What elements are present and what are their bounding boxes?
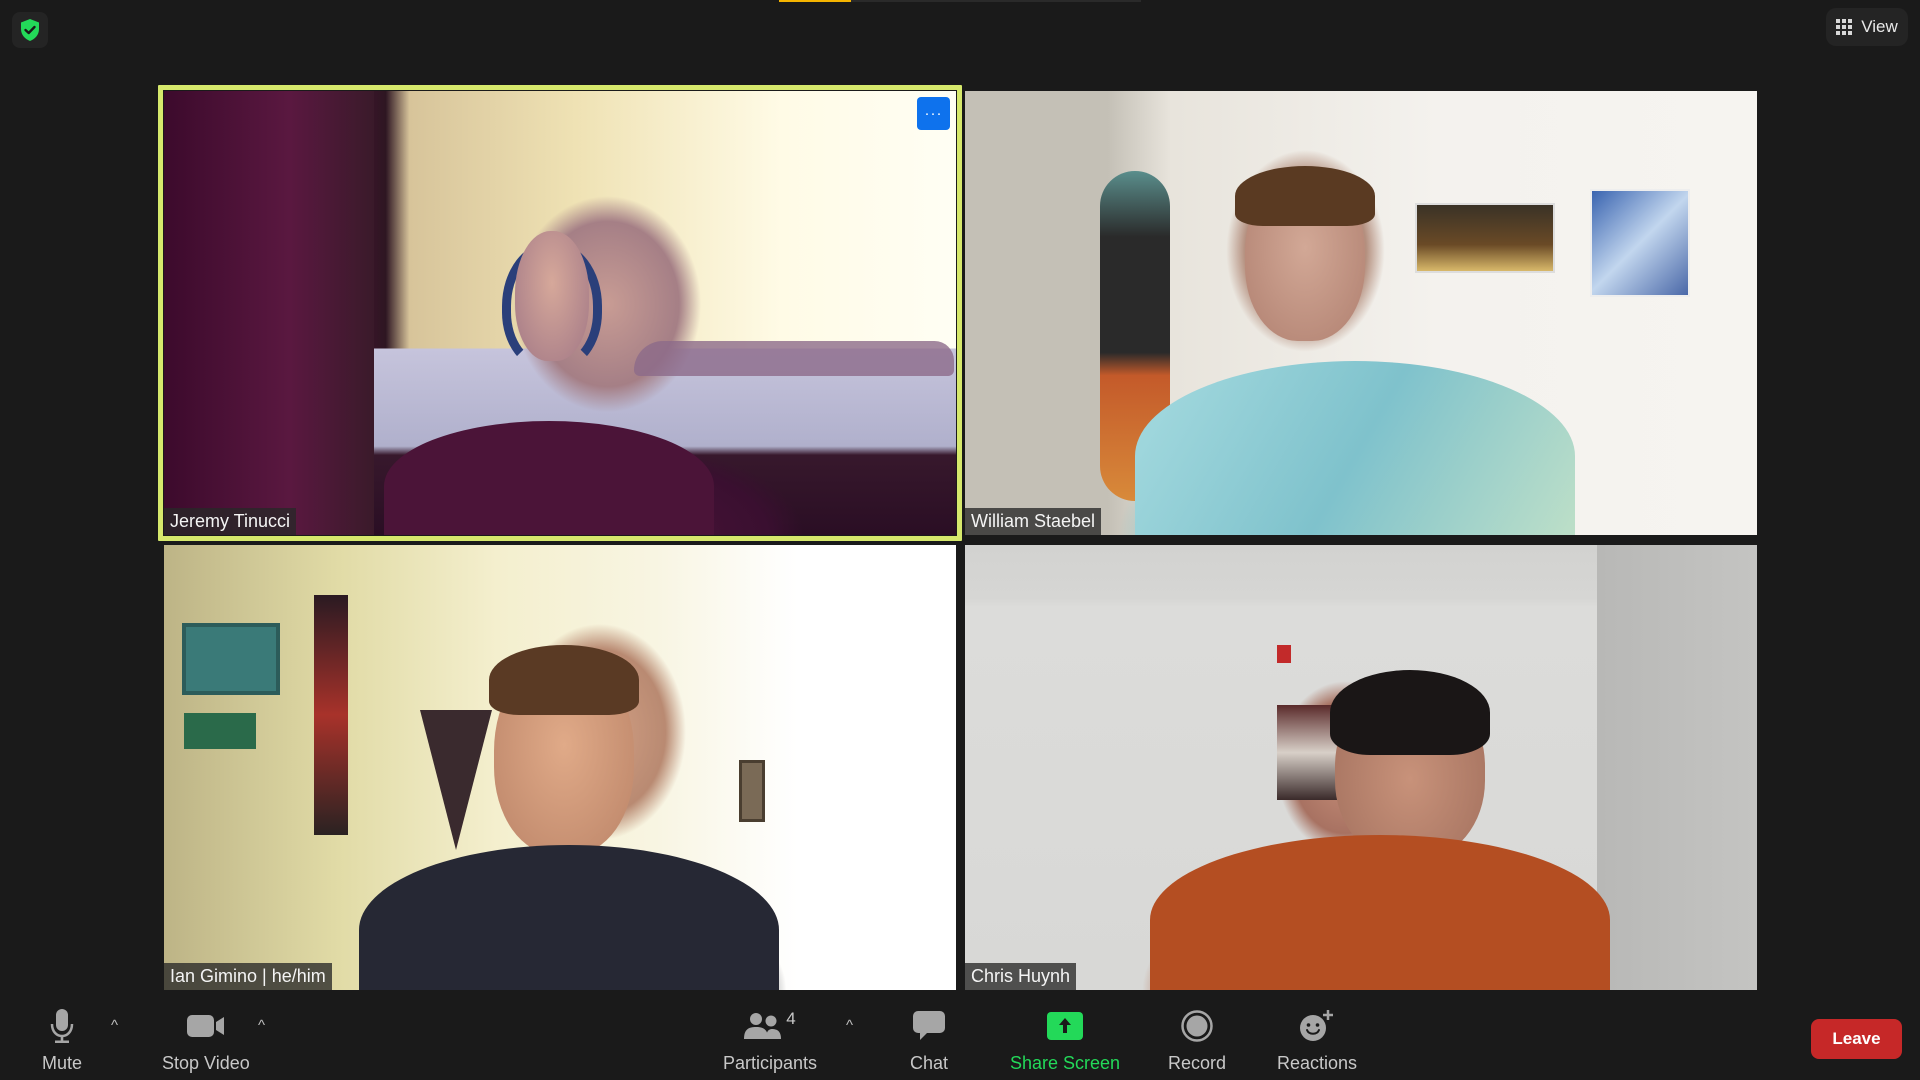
record-button[interactable]: Record (1168, 1007, 1226, 1074)
reactions-button[interactable]: Reactions (1277, 1007, 1357, 1074)
sweater (359, 845, 779, 990)
curtain (164, 91, 374, 535)
hair (1235, 166, 1375, 226)
participant-count: 4 (786, 1009, 796, 1028)
video-tile[interactable]: Ian Gimino | he/him (164, 545, 956, 990)
sweater (384, 421, 714, 535)
shield-check-icon (21, 19, 39, 41)
participant-name: Jeremy Tinucci (164, 508, 297, 535)
share-screen-label: Share Screen (1010, 1053, 1121, 1073)
poster (1415, 203, 1555, 273)
video-camera-icon (186, 1015, 224, 1037)
video-feed (164, 545, 956, 990)
grid-icon (1836, 19, 1853, 35)
fire-alarm (1277, 645, 1291, 663)
view-button[interactable]: View (1826, 8, 1908, 46)
chat-button[interactable]: Chat (910, 1007, 948, 1074)
record-icon (1181, 1010, 1213, 1042)
wall-frame (182, 623, 280, 695)
stop-video-button[interactable]: Stop Video (162, 1007, 250, 1074)
reactions-label: Reactions (1277, 1053, 1358, 1073)
hair (1330, 670, 1490, 755)
stop-video-label: Stop Video (162, 1053, 250, 1073)
view-label: View (1861, 17, 1898, 36)
wall-sign (184, 713, 256, 749)
chat-label: Chat (910, 1053, 949, 1073)
leave-button[interactable]: Leave (1811, 1019, 1902, 1059)
participant-name: William Staebel (965, 508, 1102, 535)
participants-icon (744, 1013, 782, 1039)
poster (1277, 705, 1337, 800)
video-tile[interactable]: William Staebel (965, 91, 1757, 535)
share-screen-button[interactable]: Share Screen (1010, 1007, 1120, 1074)
blanket (634, 341, 954, 376)
video-feed (965, 91, 1757, 535)
video-feed (164, 91, 956, 535)
face (515, 231, 589, 361)
audio-options-caret[interactable]: ^ (111, 1017, 118, 1034)
meeting-toolbar: Mute ^ Stop Video ^ 4 Participants ^ Cha… (0, 995, 1920, 1080)
pennant (420, 710, 492, 850)
share-screen-icon (1047, 1012, 1084, 1040)
wall-frame (739, 760, 765, 822)
reactions-icon (1300, 1010, 1334, 1041)
record-label: Record (1168, 1053, 1227, 1073)
participants-label: Participants (723, 1053, 818, 1073)
participants-options-caret[interactable]: ^ (846, 1017, 853, 1034)
mute-label: Mute (42, 1053, 83, 1073)
video-tile[interactable]: ··· Jeremy Tinucci (164, 91, 956, 535)
video-options-caret[interactable]: ^ (258, 1017, 265, 1034)
top-indicator-bar (779, 0, 1141, 2)
security-button[interactable] (12, 12, 48, 48)
mute-button[interactable]: Mute (42, 1007, 82, 1074)
chat-bubble-icon (913, 1011, 946, 1040)
participant-name: Chris Huynh (965, 963, 1077, 990)
participants-button[interactable]: 4 Participants (723, 1007, 817, 1074)
participant-name: Ian Gimino | he/him (164, 963, 332, 990)
video-feed (965, 545, 1757, 990)
top-indicator-fill (779, 0, 851, 2)
hair (489, 645, 639, 715)
poster (1590, 189, 1690, 297)
tie-dye-shirt (1135, 361, 1575, 535)
microphone-icon (50, 1009, 74, 1043)
video-tile[interactable]: Chris Huynh (965, 545, 1757, 990)
more-options-button[interactable]: ··· (917, 97, 950, 130)
wall-corner (1597, 545, 1757, 990)
banner (314, 595, 348, 835)
hoodie (1150, 835, 1610, 990)
zoom-meeting-window: View ··· Jeremy Tinucci William Staebel (0, 0, 1920, 1080)
